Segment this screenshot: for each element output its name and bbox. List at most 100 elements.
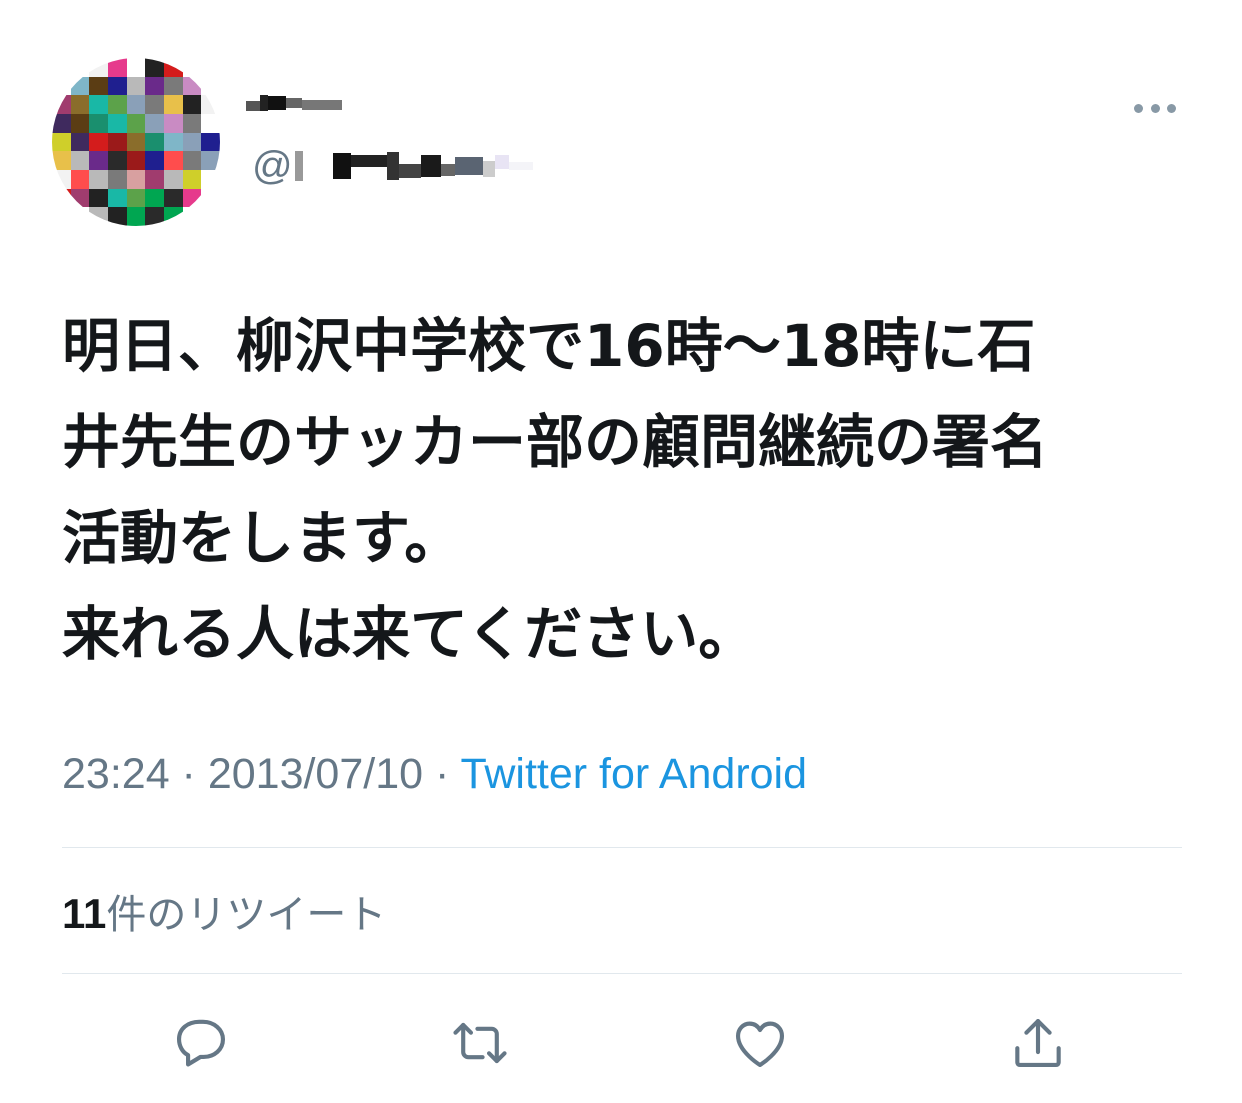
avatar-pixel [201,169,220,189]
tweet-meta: 23:24 · 2013/07/10 · Twitter for Android [62,750,807,799]
avatar-pixel [182,188,202,208]
avatar-pixel [52,113,71,133]
avatar-pixel [89,151,108,170]
avatar-pixel [89,113,108,133]
avatar-pixel [145,76,164,96]
tweet-text-line: 来れる人は来てください。 [62,600,757,668]
retweet-label: 件のリツイート [106,892,387,938]
handle-mosaic [294,146,533,186]
avatar-pixel [182,151,202,170]
avatar-pixel [126,58,146,77]
avatar-pixel [201,207,220,226]
avatar-pixel [107,169,127,189]
avatar-pixel [126,207,146,226]
avatar-pixel [70,95,90,114]
like-button[interactable] [725,1008,795,1078]
avatar-pixel [70,76,90,96]
avatar-pixel [107,58,127,77]
avatar-pixel [182,132,202,152]
meta-separator: · [169,750,208,798]
tweet-source-link[interactable]: Twitter for Android [460,750,807,798]
avatar-pixel [163,132,183,152]
avatar-mosaic [52,58,220,226]
avatar-pixel [201,58,220,77]
avatar-pixel [145,207,164,226]
avatar-pixel [201,76,220,96]
avatar-pixel [145,188,164,208]
share-icon [1015,1018,1061,1068]
avatar-pixel [201,113,220,133]
avatar-pixel [182,76,202,96]
avatar-pixel [201,95,220,114]
meta-separator: · [423,750,461,798]
avatar-pixel [126,169,146,189]
avatar-pixel [201,132,220,152]
avatar-pixel [107,188,127,208]
retweet-button[interactable] [445,1008,515,1078]
avatar-pixel [182,169,202,189]
display-name-mosaic [246,88,342,118]
avatar-pixel [52,151,71,170]
avatar-pixel [163,95,183,114]
user-handle[interactable]: @ [252,142,533,190]
avatar-pixel [52,76,71,96]
tweet-text-line: 活動をします。 [62,504,463,572]
avatar-pixel [126,95,146,114]
divider [62,973,1182,974]
reply-button[interactable] [166,1008,236,1078]
avatar-pixel [107,132,127,152]
avatar-pixel [163,113,183,133]
avatar[interactable] [52,58,220,226]
more-options-icon[interactable] [1134,98,1176,118]
avatar-pixel [70,151,90,170]
avatar-pixel [107,207,127,226]
retweet-count-link[interactable]: 11件のリツイート [62,882,386,940]
avatar-pixel [145,169,164,189]
avatar-pixel [70,113,90,133]
avatar-pixel [163,169,183,189]
avatar-pixel [52,58,71,77]
retweet-icon [453,1022,507,1064]
tweet-date[interactable]: 2013/07/10 [208,750,423,798]
avatar-pixel [107,113,127,133]
avatar-pixel [145,58,164,77]
tweet-action-bar [0,1008,1242,1078]
avatar-pixel [145,113,164,133]
avatar-pixel [126,76,146,96]
share-button[interactable] [1003,1008,1073,1078]
like-icon [735,1021,785,1068]
avatar-pixel [201,151,220,170]
avatar-pixel [107,95,127,114]
avatar-pixel [52,188,71,208]
retweet-count: 11 [62,890,107,937]
tweet-text: 明日、柳沢中学校で16時〜18時に石 井先生のサッカー部の顧問継続の署名 活動を… [62,298,1182,682]
tweet-text-line: 井先生のサッカー部の顧問継続の署名 [62,408,1049,476]
avatar-pixel [107,151,127,170]
avatar-pixel [52,207,71,226]
avatar-pixel [52,169,71,189]
tweet-time[interactable]: 23:24 [62,750,170,798]
tweet-detail: @ 明日、柳沢中学校で16時〜18時に石 井先生のサッカー部の顧問継続の署名 活… [0,0,1242,1103]
avatar-pixel [89,188,108,208]
avatar-pixel [145,132,164,152]
avatar-pixel [126,188,146,208]
avatar-pixel [182,95,202,114]
avatar-pixel [89,76,108,96]
avatar-pixel [201,188,220,208]
avatar-pixel [182,58,202,77]
avatar-pixel [163,58,183,77]
avatar-pixel [52,132,71,152]
avatar-pixel [89,95,108,114]
avatar-pixel [70,169,90,189]
handle-at-sign: @ [252,143,293,188]
avatar-pixel [163,188,183,208]
avatar-pixel [70,207,90,226]
avatar-pixel [163,76,183,96]
avatar-pixel [89,132,108,152]
avatar-pixel [126,151,146,170]
reply-icon [176,1019,226,1067]
avatar-pixel [163,151,183,170]
display-name[interactable] [246,88,342,128]
avatar-pixel [163,207,183,226]
avatar-pixel [52,95,71,114]
